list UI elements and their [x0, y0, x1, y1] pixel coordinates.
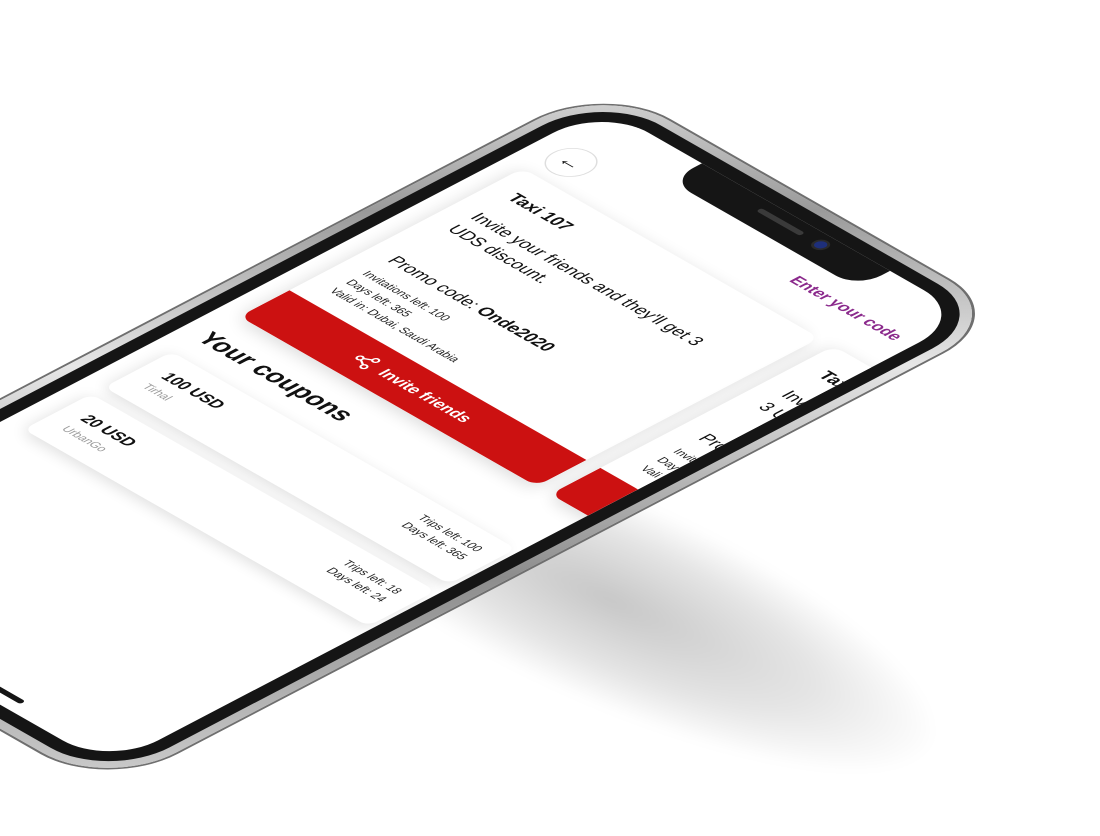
- promo-code-value: Onde2020: [470, 304, 561, 355]
- phone-screen: ← Enter your code Taxi 107 Invite your f…: [0, 106, 970, 767]
- share-icon: [355, 355, 381, 370]
- next-promo-title: Taxi: [813, 368, 861, 395]
- next-promo-desc-line2: 3 U: [753, 400, 795, 423]
- next-invite-button[interactable]: [550, 467, 898, 664]
- home-indicator: [0, 616, 26, 705]
- phone-notch: [669, 162, 893, 288]
- phone-mockup: ← Enter your code Taxi 107 Invite your f…: [0, 0, 1100, 836]
- next-promo-code: Pro: [693, 431, 735, 455]
- back-button[interactable]: ←: [533, 141, 609, 183]
- promo-description: Invite your friends and they'll get 3 UD…: [442, 210, 709, 349]
- arrow-left-icon: ←: [551, 151, 592, 173]
- speaker-grille: [756, 208, 806, 236]
- coupon-amount: 100 USD: [156, 369, 231, 412]
- phone-bezel: ← Enter your code Taxi 107 Invite your f…: [0, 93, 995, 781]
- invite-button-label: Invite friends: [373, 366, 478, 425]
- mockup-stage: ← Enter your code Taxi 107 Invite your f…: [0, 0, 1100, 836]
- next-promo-description: Invi 3 U: [751, 387, 969, 558]
- phone-body: ← Enter your code Taxi 107 Invite your f…: [0, 84, 1011, 790]
- front-camera: [811, 239, 830, 250]
- next-promo-desc-line1: Invi: [775, 388, 818, 411]
